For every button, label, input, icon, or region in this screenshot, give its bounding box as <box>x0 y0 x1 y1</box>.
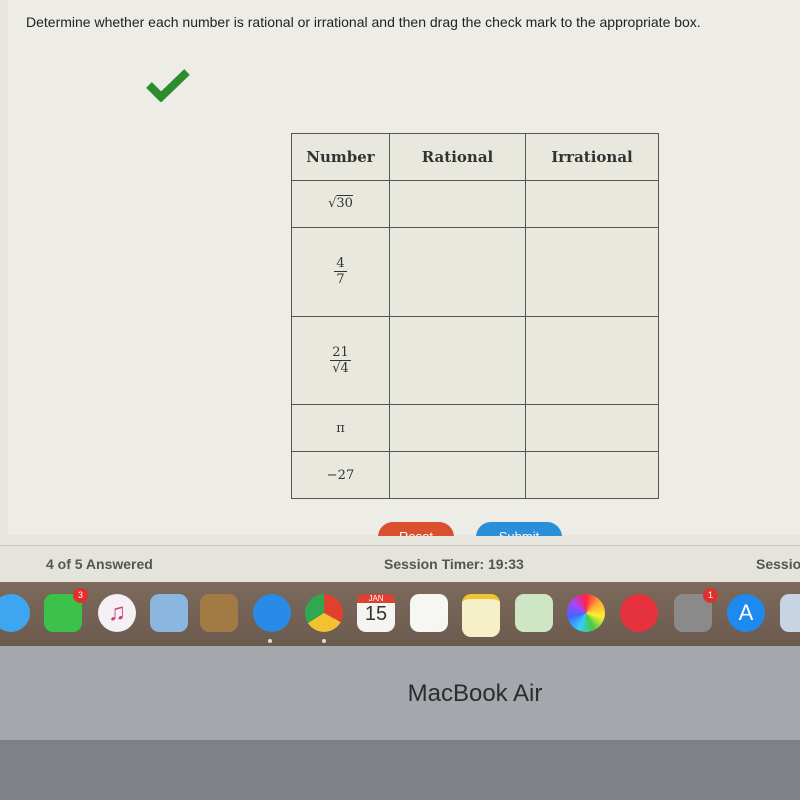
header-rational: Rational <box>389 133 526 181</box>
app-store-icon[interactable]: A <box>727 594 765 632</box>
notes-icon[interactable] <box>462 594 500 637</box>
irrational-drop-box[interactable] <box>525 226 659 317</box>
music-icon[interactable]: ♫ <box>98 594 136 632</box>
safari-icon[interactable] <box>253 594 291 632</box>
dock: 3 ♫ JAN 15 1 A <box>0 582 800 646</box>
facetime-icon[interactable]: 3 <box>44 588 88 632</box>
irrational-drop-box[interactable] <box>525 180 659 228</box>
rational-drop-box[interactable] <box>389 226 526 317</box>
system-preferences-icon[interactable]: 1 <box>674 588 718 632</box>
rational-drop-box[interactable] <box>389 315 526 406</box>
number-cell: √30 <box>291 180 390 228</box>
session-timer: Session Timer: 19:33 <box>384 556 524 572</box>
header-number: Number <box>291 133 390 181</box>
number-cell: 21 √4 <box>291 315 390 406</box>
classification-table: Number Rational Irrational √30 47 21 √4 π… <box>291 133 659 499</box>
calendar-icon[interactable]: JAN 15 <box>357 594 395 632</box>
irrational-drop-box[interactable] <box>525 451 659 499</box>
device-brand: MacBook Air <box>407 680 543 707</box>
rational-drop-box[interactable] <box>389 451 526 499</box>
reminders-icon[interactable] <box>410 594 448 632</box>
header-irrational: Irrational <box>525 133 659 181</box>
chrome-icon[interactable] <box>305 594 343 632</box>
rational-drop-box[interactable] <box>389 180 526 228</box>
laptop-bezel: MacBook Air <box>0 646 800 740</box>
maps-icon[interactable] <box>515 594 553 632</box>
running-indicator <box>268 639 272 643</box>
mail-icon[interactable] <box>150 594 188 632</box>
number-cell: π <box>291 404 390 453</box>
messages-icon[interactable] <box>0 594 30 632</box>
screen: Determine whether each number is rationa… <box>0 0 800 545</box>
answered-count: 4 of 5 Answered <box>46 556 153 572</box>
instruction-text: Determine whether each number is rationa… <box>26 14 701 30</box>
irrational-drop-box[interactable] <box>525 404 659 453</box>
photos-icon[interactable] <box>567 594 605 632</box>
news-icon[interactable] <box>620 594 658 632</box>
preview-icon[interactable] <box>780 594 800 632</box>
irrational-drop-box[interactable] <box>525 315 659 406</box>
status-bar: 4 of 5 Answered Session Timer: 19:33 Ses… <box>0 545 800 583</box>
rational-drop-box[interactable] <box>389 404 526 453</box>
number-cell: −27 <box>291 451 390 499</box>
draggable-check-icon[interactable] <box>146 68 190 102</box>
contacts-icon[interactable] <box>200 594 238 632</box>
running-indicator <box>322 639 326 643</box>
number-cell: 47 <box>291 226 390 317</box>
session-label: Sessio <box>756 556 800 572</box>
laptop-base <box>0 740 800 800</box>
